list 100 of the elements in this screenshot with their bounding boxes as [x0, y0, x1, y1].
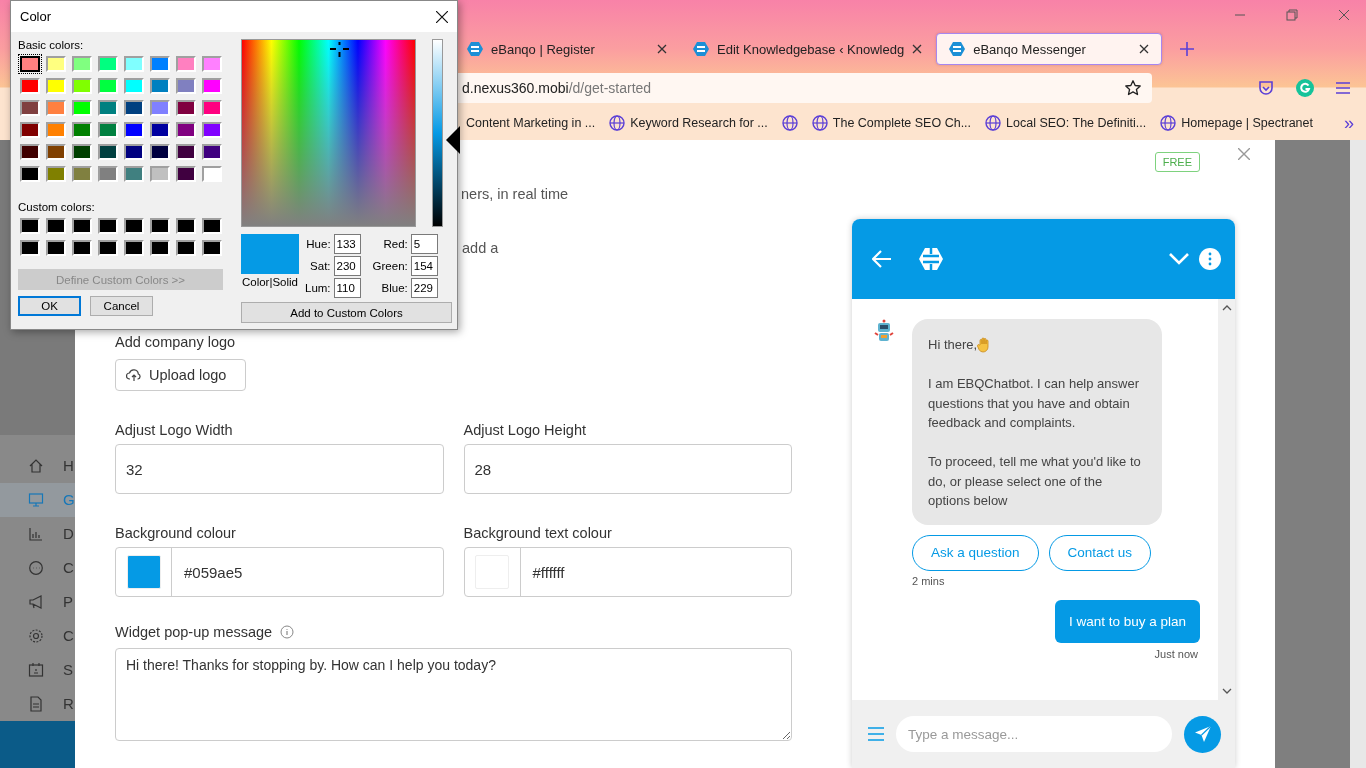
section-label: Basic colors: [18, 39, 85, 53]
preview-label: Color|Solid [241, 276, 298, 288]
globe-icon[interactable] [985, 115, 1002, 131]
input-field[interactable]: 230 [333, 256, 361, 276]
globe-icon[interactable] [781, 115, 798, 131]
input-field[interactable]: 5 [410, 234, 438, 254]
more-options-icon[interactable] [1199, 248, 1221, 270]
description-text: ners, in real time [461, 186, 569, 202]
info-icon[interactable] [280, 625, 295, 639]
sidebar-label: P [63, 593, 73, 611]
color-swatch[interactable] [46, 218, 66, 234]
field-label: Adjust Logo Width [115, 422, 234, 438]
sidebar-item[interactable]: R [0, 686, 75, 721]
color-swatch[interactable] [98, 240, 118, 256]
globe-icon[interactable] [811, 115, 828, 131]
send-icon [1193, 725, 1212, 743]
sidebar-label: G [63, 491, 75, 509]
browser-tab[interactable]: Edit Knowledgebase ‹ Knowledg [681, 34, 935, 64]
gear-icon [28, 627, 44, 644]
sidebar-label: H [63, 457, 74, 475]
color-swatch[interactable] [150, 240, 170, 256]
color-swatch[interactable] [72, 240, 92, 256]
sidebar-item[interactable]: C [0, 618, 75, 653]
sidebar-item[interactable]: C [0, 550, 75, 585]
message-time: Just now [1153, 647, 1199, 660]
close-icon[interactable] [657, 44, 667, 54]
send-button[interactable] [1184, 715, 1221, 753]
color-swatch[interactable] [46, 240, 66, 256]
sidebar-item[interactable]: P [0, 584, 75, 619]
input-field[interactable]: 133 [333, 234, 361, 254]
input-field[interactable]: 229 [410, 278, 438, 298]
color-swatch[interactable] [150, 218, 170, 234]
close-icon[interactable] [1139, 44, 1150, 54]
url-path: /d/get-started [568, 80, 652, 96]
globe-icon[interactable] [1160, 115, 1177, 131]
megaphone-icon [28, 593, 44, 610]
message-text: To proceed, tell me what you'd like to do, or please select one of the options below [928, 453, 1142, 510]
scrollbar[interactable] [1350, 140, 1366, 768]
field-label: Add company logo [115, 334, 236, 350]
close-icon[interactable] [912, 44, 923, 54]
input-field[interactable]: 32 [115, 444, 444, 494]
bookmark[interactable]: Content Marketing in ... [466, 116, 596, 130]
star-icon[interactable] [1124, 79, 1142, 97]
color-swatch[interactable] [20, 218, 40, 234]
sidebar-item[interactable]: D [0, 516, 75, 551]
browser-tab[interactable]: eBanqo Messenger [936, 33, 1163, 65]
color-swatch[interactable] [202, 240, 222, 256]
restore-icon[interactable] [1286, 9, 1298, 21]
back-arrow-icon[interactable] [872, 250, 892, 268]
scroll-down-icon[interactable] [1221, 688, 1232, 694]
color-input-field[interactable]: #059ae5 [115, 547, 444, 597]
cancel-button[interactable]: Cancel [90, 296, 153, 316]
color-swatch[interactable] [124, 240, 144, 256]
hexagon-logo-icon [949, 41, 966, 57]
color-swatch[interactable] [124, 218, 144, 234]
color-swatch[interactable] [20, 240, 40, 256]
field-label: Red: [383, 238, 408, 250]
scrollbar[interactable] [1218, 299, 1235, 700]
bookmark[interactable]: Keyword Research for ... [630, 116, 768, 130]
chevron-down-icon[interactable] [1169, 253, 1189, 265]
hexagon-logo-icon [467, 41, 483, 57]
bookmark[interactable]: Homepage | Spectranet [1181, 116, 1313, 130]
field-label: Widget pop-up message [115, 624, 273, 640]
message-text: Hi there, [928, 336, 978, 354]
input-field[interactable]: 110 [333, 278, 361, 298]
document-icon [28, 695, 44, 712]
color-swatch[interactable] [72, 218, 92, 234]
message-input[interactable]: Type a message... [896, 716, 1172, 752]
description-text: add a [462, 240, 499, 256]
menu-icon[interactable] [1336, 82, 1350, 94]
bookmark[interactable]: The Complete SEO Ch... [832, 116, 972, 130]
close-icon[interactable] [436, 10, 448, 23]
message-text: I am EBQChatbot. I can help answer questions that you have and obtain feedback and complaints. [928, 375, 1140, 432]
input-field[interactable]: 154 [410, 256, 438, 276]
field-label: Background colour [115, 525, 237, 541]
color-swatch[interactable] [176, 240, 196, 256]
more-bookmarks[interactable]: » [1344, 112, 1354, 134]
upload-button[interactable]: Upload logo [115, 359, 246, 391]
pocket-icon[interactable] [1258, 80, 1274, 96]
browser-tab[interactable]: eBanqo | Register [455, 34, 679, 64]
robot-avatar-icon [872, 319, 896, 343]
message-time: 2 mins [912, 574, 946, 587]
color-swatch[interactable] [98, 218, 118, 234]
sidebar-label: S [63, 661, 73, 679]
bookmark[interactable]: Local SEO: The Definiti... [1006, 116, 1147, 130]
message-textarea[interactable]: Hi there! Thanks for stopping by. How can I help you today? [115, 648, 792, 741]
section-label: Custom colors: [18, 201, 96, 215]
ok-button[interactable]: OK [18, 296, 81, 316]
color-swatch[interactable] [176, 218, 196, 234]
color-swatch[interactable] [202, 218, 222, 234]
color-input-field[interactable]: #ffffff [463, 547, 792, 597]
input-field[interactable]: 28 [463, 444, 792, 494]
globe-icon[interactable] [609, 115, 626, 131]
color-spectrum[interactable] [241, 39, 416, 227]
plus-icon[interactable] [1180, 42, 1195, 56]
sidebar-item[interactable]: H [0, 448, 75, 483]
sidebar-item[interactable]: S [0, 652, 75, 687]
add-to-custom-colors-button[interactable]: Add to Custom Colors [241, 302, 452, 323]
slider-arrow[interactable] [446, 126, 460, 155]
scroll-up-icon[interactable] [1221, 305, 1232, 311]
